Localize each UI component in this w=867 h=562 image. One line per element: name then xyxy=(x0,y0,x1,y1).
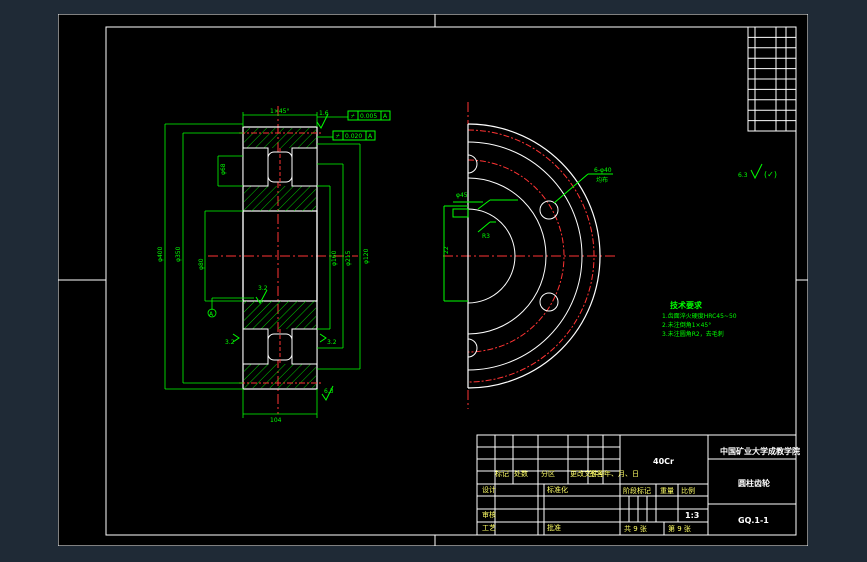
svg-text:3.2: 3.2 xyxy=(225,339,235,346)
svg-text:6.3: 6.3 xyxy=(324,388,334,395)
dim-rim-inner: φ120 xyxy=(363,248,370,264)
global-roughness-value: 6.3 xyxy=(738,172,748,179)
dim-pitch-diameter: φ350 xyxy=(175,246,182,262)
web-recess-bottom-right xyxy=(291,328,318,365)
dim-outer-diameter: φ400 xyxy=(157,246,164,262)
fillet-label: R3 xyxy=(482,233,490,240)
rev-header-zone: 分区 xyxy=(541,469,555,478)
rev-header-mark: 标记 xyxy=(495,469,509,478)
notes-heading: 技术要求 xyxy=(670,300,703,310)
drawing-canvas: 6.3 (✓) φ400 φ350 φ80 φ68 φ160 φ215 φ120… xyxy=(57,13,809,547)
hole-callout-uniform: 均布 xyxy=(596,176,608,184)
bottom-hub-hatch xyxy=(244,301,316,329)
svg-text:1.6: 1.6 xyxy=(319,110,329,117)
sheets-total: 共 9 张 xyxy=(624,524,647,533)
part-name: 圆柱齿轮 xyxy=(738,478,770,488)
dim-web-hole: φ68 xyxy=(220,163,227,175)
cad-viewport[interactable]: 6.3 (✓) φ400 φ350 φ80 φ68 φ160 φ215 φ120… xyxy=(0,0,867,562)
dim-face-width: 104 xyxy=(270,417,282,424)
weight-label: 重量 xyxy=(660,487,674,495)
global-roughness-paren: (✓) xyxy=(764,170,777,179)
dim-bore-diameter: φ80 xyxy=(198,258,205,270)
svg-text:⌿: ⌿ xyxy=(336,133,340,140)
front-dim-label: φ45 xyxy=(456,192,468,199)
review-label: 审核 xyxy=(482,510,496,519)
standardize-label: 标准化 xyxy=(547,485,568,494)
svg-text:⌿: ⌿ xyxy=(351,113,355,120)
web-recess-bottom-left xyxy=(242,328,269,365)
dim-web-circle: φ215 xyxy=(345,250,352,266)
note-3: 3.未注圆角R2，去毛刺 xyxy=(662,330,724,338)
top-hub-hatch xyxy=(244,186,316,211)
note-1: 1.齿面淬火硬度HRC45~50 xyxy=(662,312,737,320)
dim-chamfer: 1×45° xyxy=(270,108,289,115)
drawing-sheet: 6.3 (✓) φ400 φ350 φ80 φ68 φ160 φ215 φ120… xyxy=(57,13,809,547)
scale-label: 比例 xyxy=(681,486,695,495)
web-recess-top-left xyxy=(242,147,269,187)
material-value: 40Cr xyxy=(653,457,674,466)
scale-value: 1:3 xyxy=(685,511,699,520)
drawing-number: GQ.1-1 xyxy=(738,516,769,525)
web-recess-top-right xyxy=(291,147,318,187)
designer-label: 设计 xyxy=(482,485,496,494)
approve-label: 批准 xyxy=(547,523,561,532)
process-label: 工艺 xyxy=(482,524,496,532)
rev-header-count: 处数 xyxy=(514,469,528,478)
sheet-outer-border xyxy=(57,13,809,547)
svg-text:3.2: 3.2 xyxy=(258,285,268,292)
rev-header-date: 年、月、日 xyxy=(604,469,639,478)
top-rim-hatch xyxy=(244,128,316,148)
svg-text:3.2: 3.2 xyxy=(327,339,337,346)
note-2: 2.未注倒角1×45° xyxy=(662,321,711,329)
hole-callout: 6-φ40 xyxy=(594,167,612,174)
sheet-number: 第 9 张 xyxy=(668,524,691,533)
university-name: 中国矿业大学成教学院 xyxy=(720,446,800,456)
svg-text:0.020: 0.020 xyxy=(345,133,362,140)
rev-header-sign: 签名 xyxy=(589,469,603,478)
bottom-rim-hatch xyxy=(244,364,316,388)
stage-label: 阶段标记 xyxy=(623,486,651,495)
dim-hub-diameter: φ160 xyxy=(331,250,338,266)
svg-text:0.005: 0.005 xyxy=(360,113,377,120)
